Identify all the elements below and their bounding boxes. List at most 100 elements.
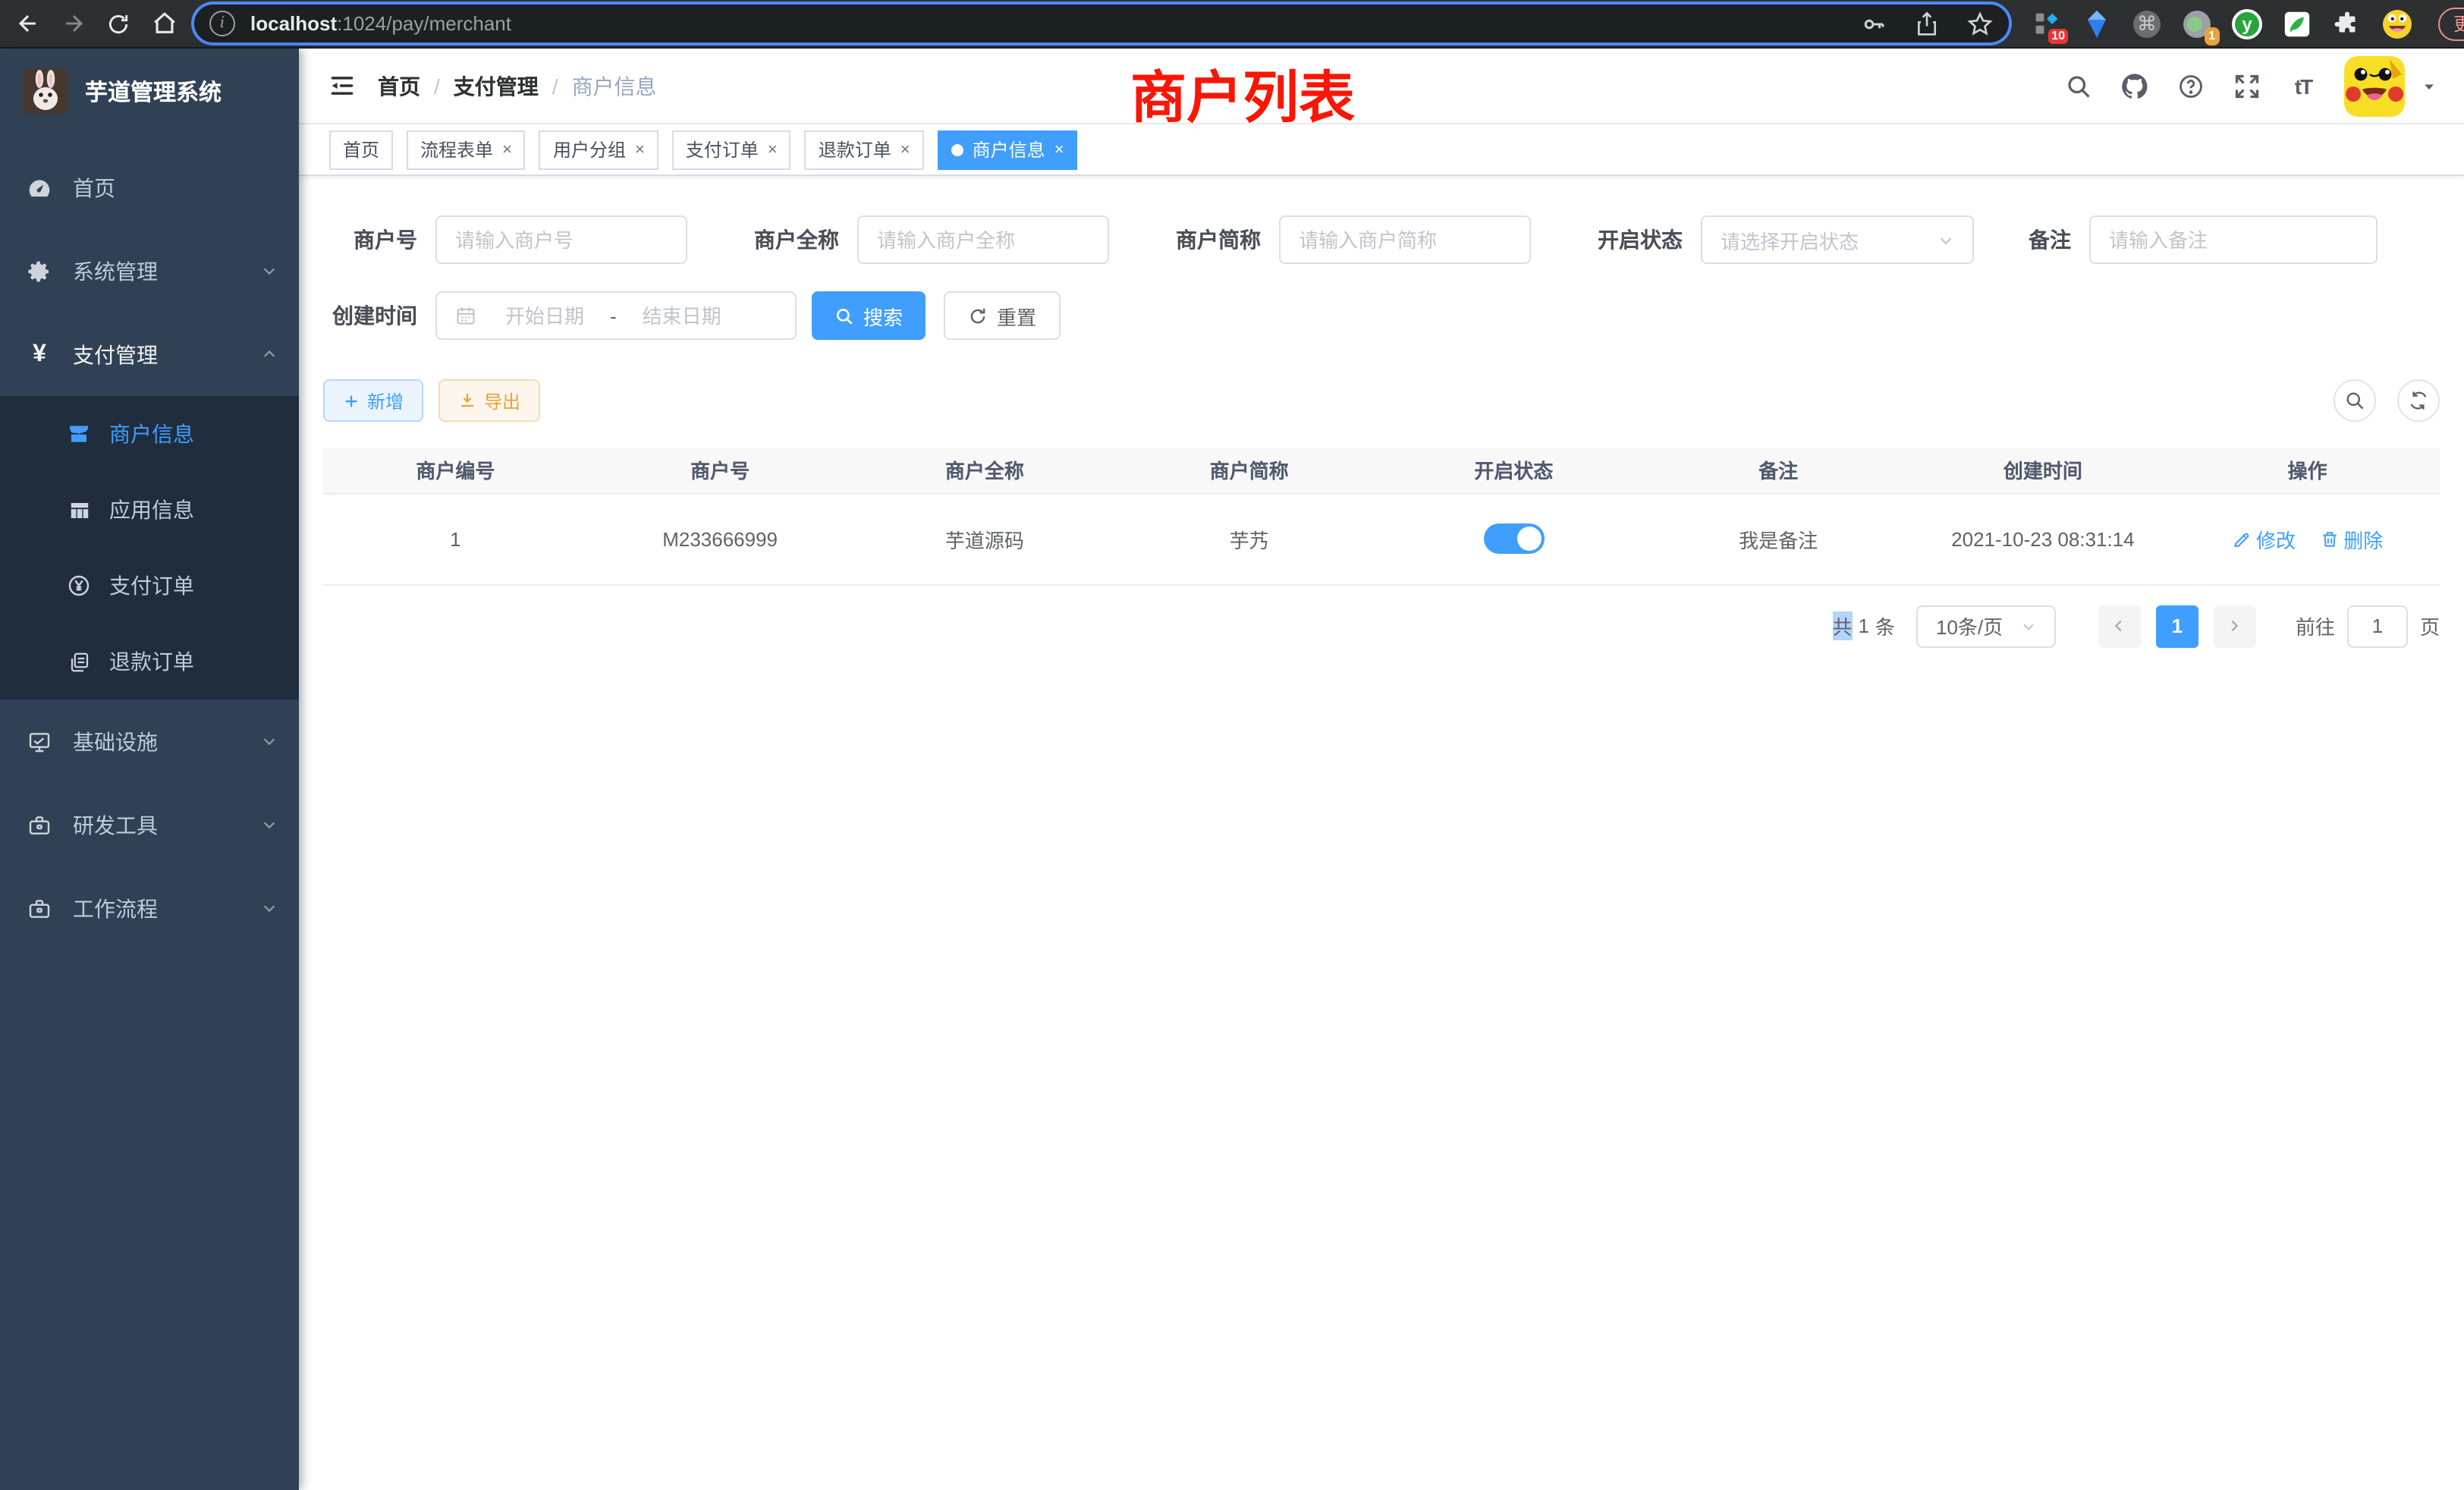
column-header: 创建时间 [1911, 448, 2176, 493]
password-key-icon[interactable] [1860, 10, 1887, 37]
search-icon[interactable] [2063, 71, 2094, 101]
sidebar-item-payment[interactable]: ¥ 支付管理 [0, 313, 299, 396]
shop-icon [67, 422, 91, 446]
address-bar[interactable]: i localhost:1024/pay/merchant [194, 5, 2009, 42]
annotation-merchant-list: 商户列表 [1130, 52, 1355, 134]
filter-row-1: 商户号 商户全称 商户简称 开启状态 请选择开启状态 备注 [323, 215, 2440, 264]
close-icon[interactable]: × [768, 140, 778, 159]
full-name-input[interactable] [857, 215, 1109, 264]
page-size-select[interactable]: 10条/页 [1916, 605, 2056, 647]
font-size-icon[interactable]: tT [2288, 71, 2318, 101]
column-header: 商户全称 [853, 448, 1117, 493]
sidebar-item-dev-tools[interactable]: 研发工具 [0, 783, 299, 866]
avatar-caret-icon[interactable] [2422, 78, 2437, 93]
chevron-down-icon [1938, 231, 1954, 248]
tag-process-form[interactable]: 流程表单× [407, 130, 526, 169]
extension-y-icon[interactable]: y [2230, 7, 2264, 40]
tag-pay-order[interactable]: 支付订单× [672, 130, 791, 169]
forward-icon[interactable] [55, 5, 91, 42]
chevron-up-icon [261, 346, 278, 363]
sidebar-item-pay-order[interactable]: 支付订单 [0, 548, 299, 624]
delete-button[interactable]: 删除 [2319, 524, 2383, 553]
refresh-button[interactable] [2397, 379, 2440, 422]
table-toolbar: 新增 导出 [323, 379, 2440, 422]
sidebar-item-home[interactable]: 首页 [0, 146, 299, 229]
close-icon[interactable]: × [635, 140, 645, 159]
site-info-icon[interactable]: i [209, 11, 235, 36]
browser-update-button[interactable]: 更新 [2438, 7, 2464, 40]
yen-icon: ¥ [27, 342, 52, 366]
cell-full-name: 芋道源码 [853, 493, 1117, 584]
extension-puzzle-icon[interactable] [2330, 7, 2364, 40]
search-button[interactable]: 搜索 [812, 291, 926, 340]
extension-gem-icon[interactable] [2080, 7, 2114, 40]
extension-badge: 10 [2048, 28, 2068, 43]
merchant-table: 商户编号 商户号 商户全称 商户简称 开启状态 备注 创建时间 操作 1 [323, 448, 2440, 585]
monitor-icon [27, 729, 52, 753]
goto-page-input[interactable] [2347, 605, 2408, 647]
github-icon[interactable] [2120, 71, 2150, 101]
cell-short-name: 芋艿 [1117, 493, 1381, 584]
sidebar-item-workflow[interactable]: 工作流程 [0, 866, 299, 950]
extension-tabs-icon[interactable]: 10 [2030, 7, 2063, 40]
back-icon[interactable] [9, 5, 46, 42]
edit-button[interactable]: 修改 [2232, 524, 2296, 553]
collapse-sidebar-icon[interactable] [326, 71, 357, 101]
close-icon[interactable]: × [900, 140, 910, 159]
bookmark-star-icon[interactable] [1966, 10, 1994, 37]
chevron-down-icon [2021, 618, 2036, 633]
end-date-input[interactable] [623, 304, 741, 327]
toolbox-icon [27, 813, 52, 837]
fullscreen-icon[interactable] [2232, 71, 2262, 101]
goto-suffix: 页 [2420, 611, 2440, 640]
total-count: 共1条 [1832, 611, 1895, 640]
add-button[interactable]: 新增 [323, 379, 423, 422]
extension-command-icon[interactable]: ⌘ [2130, 7, 2164, 40]
sidebar-item-refund-order[interactable]: 退款订单 [0, 624, 299, 699]
close-icon[interactable]: × [502, 140, 512, 159]
chevron-down-icon [261, 262, 278, 279]
logo-row[interactable]: 芋道管理系统 [0, 49, 299, 134]
sidebar-item-system[interactable]: 系统管理 [0, 229, 299, 313]
short-name-input[interactable] [1279, 215, 1531, 264]
table-grid-icon [67, 498, 91, 522]
export-button[interactable]: 导出 [438, 379, 540, 422]
column-header: 商户号 [588, 448, 853, 493]
status-toggle[interactable] [1483, 523, 1544, 554]
tag-home[interactable]: 首页 [329, 130, 393, 169]
extension-emoji-icon[interactable] [2381, 7, 2414, 40]
status-select[interactable]: 请选择开启状态 [1701, 215, 1974, 264]
avatar[interactable] [2344, 55, 2405, 116]
chevron-down-icon [261, 816, 278, 833]
next-page-button[interactable] [2214, 605, 2256, 647]
prev-page-button[interactable] [2098, 605, 2141, 647]
merchant-no-input[interactable] [435, 215, 687, 264]
sidebar-item-infrastructure[interactable]: 基础设施 [0, 699, 299, 783]
remark-input[interactable] [2089, 215, 2378, 264]
create-time-range-input[interactable]: - [435, 291, 797, 340]
sidebar-item-app-info[interactable]: 应用信息 [0, 472, 299, 548]
goto-page: 前往 页 [2296, 605, 2440, 647]
start-date-input[interactable] [486, 304, 604, 327]
show-search-toggle-button[interactable] [2334, 379, 2376, 422]
goto-prefix: 前往 [2296, 611, 2335, 640]
share-icon[interactable] [1915, 10, 1939, 37]
help-icon[interactable] [2176, 71, 2206, 101]
tag-user-group[interactable]: 用户分组× [539, 130, 658, 169]
extension-notes-icon[interactable] [2280, 7, 2314, 40]
breadcrumb-payment[interactable]: 支付管理 [454, 71, 539, 101]
close-icon[interactable]: × [1054, 140, 1064, 159]
sidebar-item-merchant-info[interactable]: 商户信息 [0, 396, 299, 472]
home-icon[interactable] [146, 5, 182, 42]
cell-actions: 修改 删除 [2175, 493, 2440, 584]
sidebar-item-label: 应用信息 [109, 495, 278, 525]
page-number-1[interactable]: 1 [2156, 605, 2198, 647]
tags-bar: 首页 流程表单× 用户分组× 支付订单× 退款订单× 商户信息× [299, 124, 2464, 176]
reset-button[interactable]: 重置 [944, 291, 1061, 340]
url-text[interactable]: localhost:1024/pay/merchant [250, 12, 1860, 35]
breadcrumb-home[interactable]: 首页 [378, 71, 420, 101]
tag-merchant-info[interactable]: 商户信息× [938, 130, 1078, 169]
extension-recorder-icon[interactable]: 1 [2180, 7, 2214, 40]
tag-refund-order[interactable]: 退款订单× [805, 130, 924, 169]
reload-icon[interactable] [100, 5, 137, 42]
